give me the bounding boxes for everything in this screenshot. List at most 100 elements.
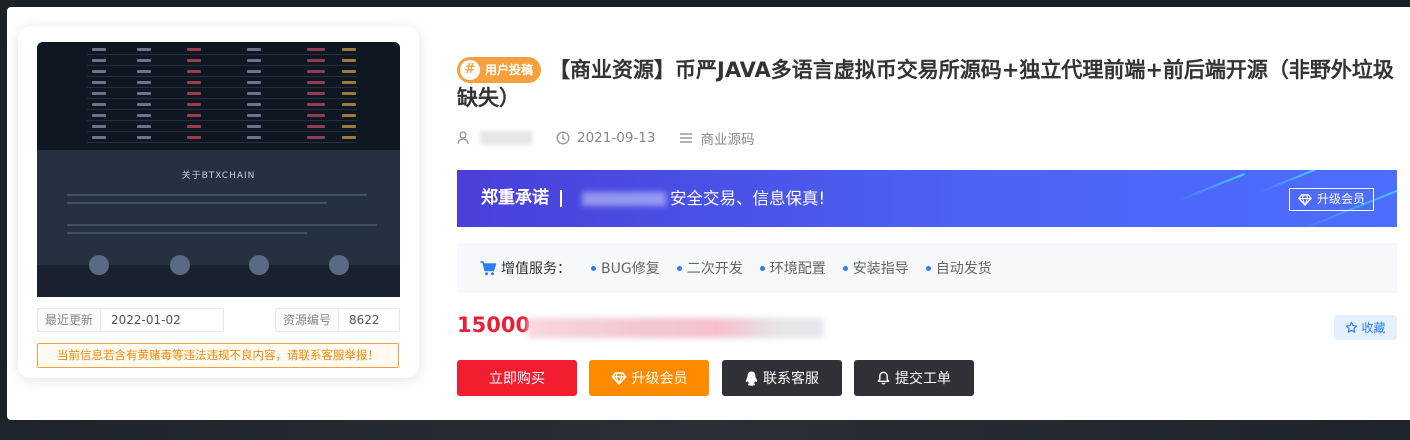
thumbnail-table-cell (187, 48, 201, 51)
thumbnail-table-cell (187, 114, 201, 117)
thumbnail-table-row (87, 98, 357, 99)
thumbnail-table-cell (307, 81, 325, 84)
thumbnail-table-cell (92, 92, 106, 95)
report-warning[interactable]: 当前信息若含有黄赌毒等违法违规不良内容，请联系客服举报！ (37, 343, 399, 368)
thumbnail-table-cell (342, 81, 356, 84)
bullet-icon (925, 265, 931, 271)
thumbnail-table-row (87, 131, 357, 132)
service-item-label: BUG修复 (601, 261, 660, 277)
thumbnail-table-cell (187, 70, 201, 73)
thumbnail-table-cell (247, 114, 261, 117)
thumbnail-table-cell (342, 103, 356, 106)
thumbnail-table-cell (137, 70, 151, 73)
preview-panel: 关于BTXCHAIN 最近更新 2022-01-02 资源编号 8622 当前信… (18, 26, 419, 378)
page-background-strip (0, 418, 1410, 440)
category-link[interactable]: 商业源码 (700, 128, 754, 148)
thumbnail-table-cell (342, 59, 356, 62)
bullet-icon (759, 265, 765, 271)
thumbnail-table-row (87, 109, 357, 110)
thumbnail-table-cell (247, 103, 261, 106)
thumbnail-table-cell (92, 114, 106, 117)
thumbnail-table-cell (247, 125, 261, 128)
price-amount: 15000 (457, 313, 531, 337)
thumbnail-table-cell (92, 48, 106, 51)
bell-icon (877, 371, 890, 385)
service-item-label: 二次开发 (686, 261, 743, 277)
thumbnail-table-cell (342, 136, 356, 139)
thumbnail-table-cell (187, 125, 201, 128)
thumbnail-table-cell (247, 70, 261, 73)
updated-label: 最近更新 (38, 309, 102, 331)
category-meta[interactable]: 商业源码 (679, 128, 754, 148)
favorite-label: 收藏 (1361, 321, 1386, 335)
thumbnail-table-cell (307, 59, 325, 62)
resource-thumbnail[interactable]: 关于BTXCHAIN (37, 42, 400, 297)
thumbnail-table-cell (137, 92, 151, 95)
thumbnail-table-cell (137, 59, 151, 62)
thumbnail-table-row (87, 76, 357, 77)
submit-ticket-label: 提交工单 (895, 371, 951, 387)
buy-now-label: 立即购买 (489, 371, 545, 387)
thumbnail-table-cell (92, 136, 106, 139)
thumbnail-table-cell (92, 59, 106, 62)
thumbnail-feature-icon (89, 255, 109, 275)
service-item-label: 自动发货 (935, 261, 992, 277)
publish-date: 2021-09-13 (577, 130, 656, 146)
title-area: # 用户投稿 【商业资源】币严JAVA多语言虚拟币交易所源码+独立代理前端+前后… (457, 56, 1397, 112)
thumbnail-table-cell (187, 81, 201, 84)
date-meta: 2021-09-13 (556, 130, 655, 146)
resource-id-value: 8622 (349, 313, 380, 327)
service-item-label: 安装指导 (852, 261, 909, 277)
contact-service-button[interactable]: 联系客服 (722, 360, 842, 396)
banner-upgrade-label: 升级会员 (1316, 192, 1365, 206)
thumbnail-table-cell (247, 136, 261, 139)
service-item-install-guide: 安装指导 (842, 258, 909, 278)
thumbnail-feature-icon (329, 255, 349, 275)
clock-icon (556, 131, 570, 145)
banner-upgrade-button[interactable]: 升级会员 (1288, 188, 1374, 211)
banner-redacted-text (582, 192, 666, 206)
thumbnail-text-line (67, 194, 367, 196)
qq-penguin-icon (745, 371, 758, 386)
title-text: 【商业资源】币严JAVA多语言虚拟币交易所源码+独立代理前端+前后端开源（非野外… (457, 58, 1394, 110)
thumbnail-feature-icons (37, 255, 400, 297)
thumbnail-table-cell (137, 103, 151, 106)
user-submission-badge: # 用户投稿 (457, 57, 542, 83)
thumbnail-table-cell (307, 70, 325, 73)
thumbnail-table-cell (92, 81, 106, 84)
thumbnail-table-cell (307, 103, 325, 106)
star-icon (1346, 321, 1358, 333)
author-name-redacted (480, 131, 532, 145)
diamond-icon (610, 371, 627, 385)
resource-id-label: 资源编号 (276, 309, 340, 331)
upgrade-vip-button[interactable]: 升级会员 (589, 360, 709, 396)
diamond-icon (1298, 193, 1312, 206)
thumbnail-about-title: 关于BTXCHAIN (181, 171, 256, 181)
upgrade-vip-label: 升级会员 (631, 371, 688, 387)
thumbnail-table-cell (307, 114, 325, 117)
thumbnail-feature-icon (170, 255, 190, 275)
banner-streak (1179, 172, 1245, 202)
buy-now-button[interactable]: 立即购买 (457, 360, 577, 396)
value-added-services: 增值服务： BUG修复 二次开发 环境配置 安装指导 自动发货 (457, 243, 1397, 293)
price-redacted-text (528, 318, 824, 338)
list-icon (680, 133, 693, 143)
thumbnail-table-cell (92, 125, 106, 128)
submit-ticket-button[interactable]: 提交工单 (854, 360, 974, 396)
thumbnail-text-line (67, 232, 307, 234)
thumbnail-table-cell (342, 92, 356, 95)
thumbnail-table-cell (247, 59, 261, 62)
service-item-env-config: 环境配置 (759, 258, 826, 278)
bullet-icon (676, 265, 682, 271)
thumbnail-table-row (87, 54, 357, 55)
resource-id-info: 资源编号 8622 (275, 308, 400, 332)
service-item-auto-delivery: 自动发货 (925, 258, 992, 278)
favorite-button[interactable]: 收藏 (1334, 315, 1397, 340)
thumbnail-text-line (67, 224, 377, 226)
thumbnail-table-cell (137, 136, 151, 139)
author-meta[interactable] (457, 131, 532, 145)
bullet-icon (842, 265, 848, 271)
promise-message: 安全交易、信息保真! (670, 189, 826, 208)
thumbnail-table-cell (187, 59, 201, 62)
thumbnail-table-row (87, 142, 357, 143)
